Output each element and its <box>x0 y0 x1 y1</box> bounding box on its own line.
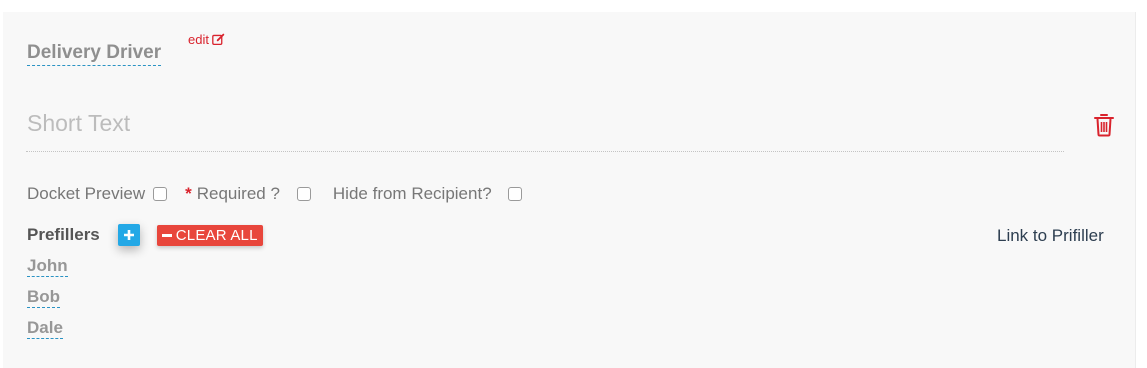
prefiller-item[interactable]: Bob <box>27 287 61 308</box>
edit-link[interactable]: edit <box>188 32 225 47</box>
clear-all-button[interactable]: CLEAR ALL <box>156 224 263 246</box>
clear-all-label: CLEAR ALL <box>175 226 258 244</box>
field-card: Delivery Driver edit Short Text Docket P… <box>3 12 1136 368</box>
docket-preview-label: Docket Preview <box>27 184 146 203</box>
docket-preview-checkbox[interactable] <box>153 187 168 201</box>
prefiller-item[interactable]: Dale <box>27 318 63 339</box>
add-prefiller-button[interactable] <box>117 224 140 246</box>
required-label: Required ? <box>196 184 280 203</box>
prefillers-label: Prefillers <box>27 225 100 244</box>
edit-label: edit <box>188 32 209 47</box>
required-option: * Required ? <box>185 184 311 204</box>
field-title[interactable]: Delivery Driver <box>27 42 162 66</box>
hide-recipient-option: Hide from Recipient? <box>333 184 522 204</box>
prefiller-item[interactable]: John <box>27 256 68 277</box>
plus-icon <box>123 230 134 240</box>
required-star: * <box>185 184 192 203</box>
hide-recipient-label: Hide from Recipient? <box>332 184 492 203</box>
docket-preview-option: Docket Preview <box>27 184 168 204</box>
hide-recipient-checkbox[interactable] <box>507 187 522 201</box>
field-underline <box>26 151 1064 152</box>
required-checkbox[interactable] <box>296 187 311 201</box>
field-type-placeholder[interactable]: Short Text <box>27 110 130 136</box>
edit-icon <box>212 33 225 46</box>
link-to-prefiller-link[interactable]: Link to Prifiller <box>997 226 1104 246</box>
prefillers-header: Prefillers CLEAR ALL <box>27 224 263 246</box>
trash-icon[interactable] <box>1093 113 1115 137</box>
minus-icon <box>161 233 172 237</box>
field-options: Docket Preview * Required ? Hide from Re… <box>27 184 522 204</box>
